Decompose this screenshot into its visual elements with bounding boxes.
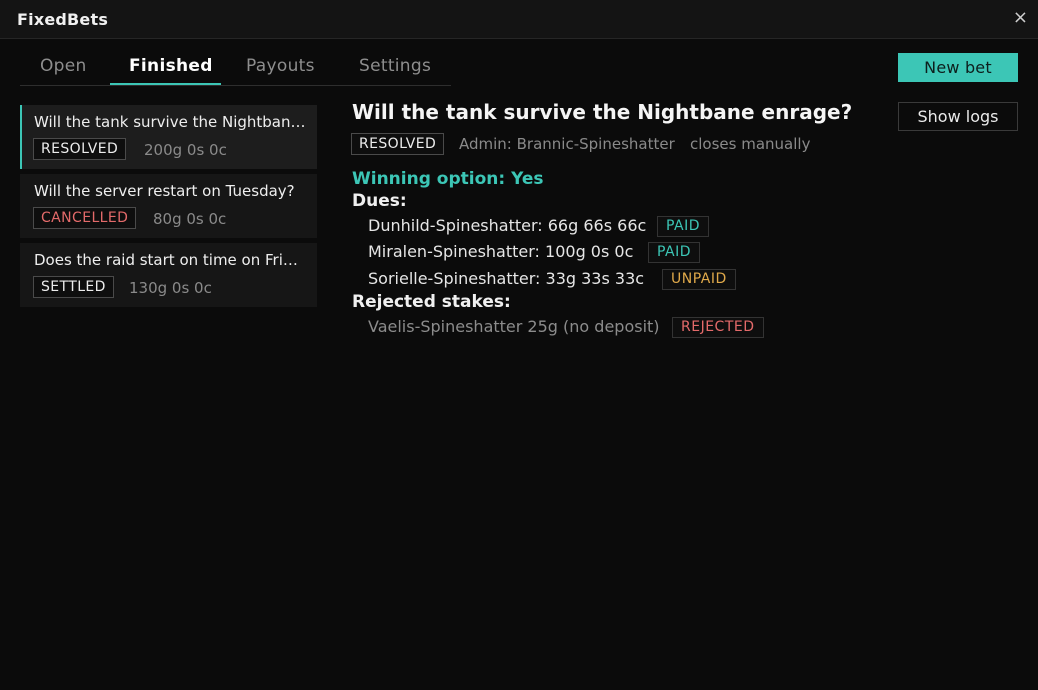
title-bar: FixedBets × <box>0 0 1038 39</box>
bet-list-item[interactable]: Will the server restart on Tuesday? CANC… <box>20 174 317 238</box>
status-badge: SETTLED <box>33 276 114 298</box>
rejected-status-badge: REJECTED <box>672 317 764 338</box>
bet-list-item[interactable]: Will the tank survive the Nightbane enra… <box>20 105 317 169</box>
bet-question: Will the tank survive the Nightbane enra… <box>34 113 306 131</box>
app-title: FixedBets <box>17 10 109 29</box>
tab-open[interactable]: Open <box>40 56 87 76</box>
due-entry: Sorielle-Spineshatter: 33g 33s 33c <box>368 269 645 288</box>
bet-close-mode: closes manually <box>690 135 811 153</box>
status-badge: RESOLVED <box>33 138 127 160</box>
tab-finished[interactable]: Finished <box>129 56 213 76</box>
payment-status-badge: PAID <box>657 216 710 237</box>
bet-amount: 130g 0s 0c <box>129 279 212 297</box>
status-badge: CANCELLED <box>33 207 137 229</box>
show-logs-button[interactable]: Show logs <box>898 102 1018 131</box>
bet-question: Will the server restart on Tuesday? <box>34 182 295 200</box>
tab-bar: Open Finished Payouts Settings <box>20 48 451 86</box>
bet-amount: 80g 0s 0c <box>153 210 227 228</box>
tab-settings[interactable]: Settings <box>359 56 431 76</box>
bet-amount: 200g 0s 0c <box>144 141 227 159</box>
rejected-heading: Rejected stakes: <box>352 292 511 312</box>
close-icon[interactable]: × <box>1013 8 1028 28</box>
detail-status-badge: RESOLVED <box>351 133 445 155</box>
active-tab-indicator <box>110 83 221 85</box>
dues-heading: Dues: <box>352 191 407 211</box>
bet-admin: Admin: Brannic-Spineshatter <box>459 135 675 153</box>
bet-question: Does the raid start on time on Friday? <box>34 251 306 269</box>
due-entry: Miralen-Spineshatter: 100g 0s 0c <box>368 242 634 261</box>
new-bet-button[interactable]: New bet <box>898 53 1018 82</box>
bet-detail-title: Will the tank survive the Nightbane enra… <box>352 100 853 124</box>
bet-list-item[interactable]: Does the raid start on time on Friday? S… <box>20 243 317 307</box>
rejected-entry: Vaelis-Spineshatter 25g (no deposit) <box>368 317 660 336</box>
winning-option: Winning option: Yes <box>352 169 544 189</box>
tab-payouts[interactable]: Payouts <box>246 56 315 76</box>
payment-status-badge: PAID <box>648 242 701 263</box>
due-entry: Dunhild-Spineshatter: 66g 66s 66c <box>368 216 647 235</box>
payment-status-badge: UNPAID <box>662 269 736 290</box>
